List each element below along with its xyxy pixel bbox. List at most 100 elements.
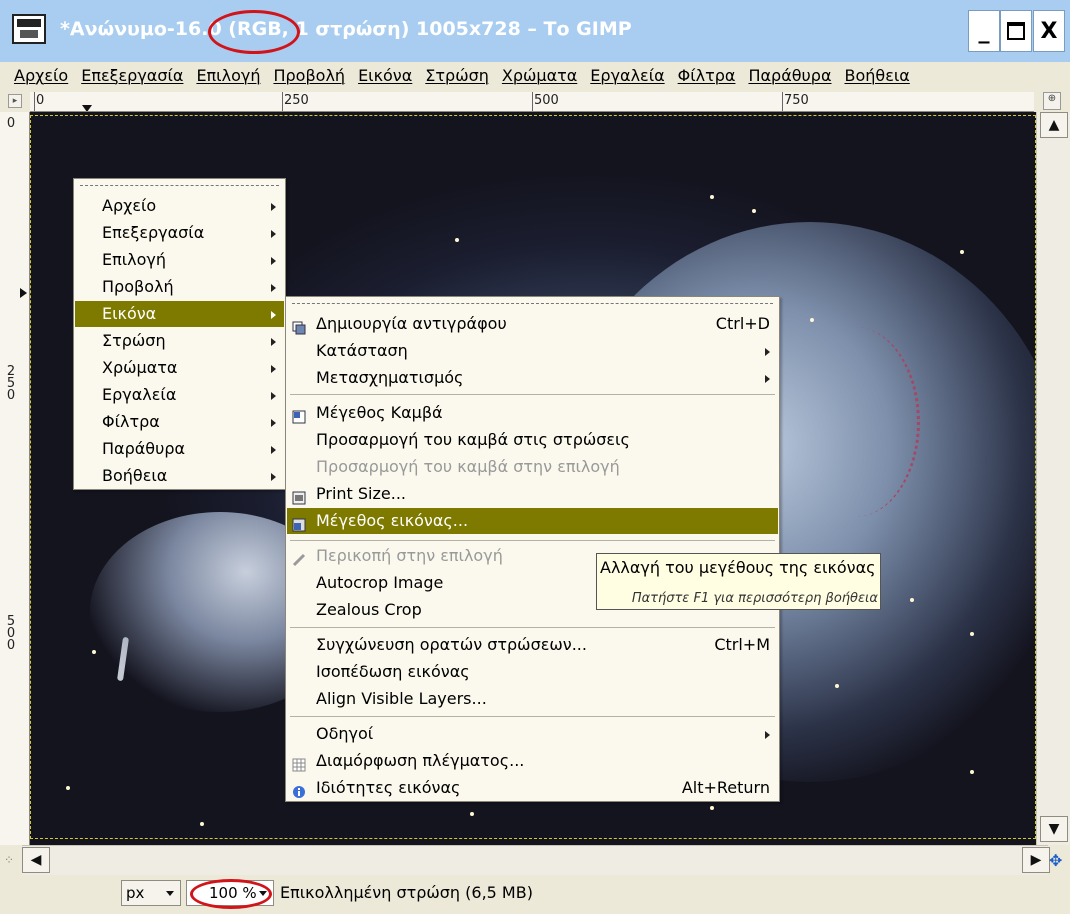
horizontal-scrollbar[interactable]: ◀ ▶ bbox=[22, 845, 1050, 875]
context-item-tools[interactable]: Εργαλεία bbox=[75, 382, 284, 408]
unit-selector[interactable]: px bbox=[121, 880, 181, 906]
quick-mask-toggle[interactable]: ⁘ bbox=[4, 853, 14, 867]
menu-item-guides[interactable]: Οδηγοί bbox=[287, 721, 778, 747]
crop-icon bbox=[292, 549, 306, 567]
menu-item-fit-canvas-to-selection: Προσαρμογή του καμβά στην επιλογή bbox=[287, 454, 778, 480]
context-item-image[interactable]: Εικόνα bbox=[75, 301, 284, 327]
star bbox=[810, 318, 814, 322]
menu-item-mode[interactable]: Κατάσταση bbox=[287, 338, 778, 364]
menu-help[interactable]: Βοήθεια bbox=[845, 66, 910, 85]
context-item-label: Παράθυρα bbox=[102, 439, 186, 458]
vertical-ruler[interactable]: 0 250 500 bbox=[0, 112, 30, 845]
menu-file[interactable]: Αρχείο bbox=[14, 66, 68, 85]
minimize-button[interactable]: _ bbox=[968, 10, 1000, 52]
menu-item-align-visible-layers[interactable]: Align Visible Layers... bbox=[287, 686, 778, 712]
menu-item-label: Περικοπή στην επιλογή bbox=[316, 546, 503, 565]
context-item-layer[interactable]: Στρώση bbox=[75, 328, 284, 354]
navigate-icon[interactable]: ⊕ bbox=[1043, 92, 1061, 110]
shortcut-label: Ctrl+M bbox=[714, 635, 770, 654]
context-item-windows[interactable]: Παράθυρα bbox=[75, 436, 284, 462]
image-submenu: Δημιουργία αντιγράφου Ctrl+D Κατάσταση Μ… bbox=[285, 296, 780, 802]
submenu-arrow-icon bbox=[765, 348, 770, 356]
pointer-position-marker bbox=[82, 105, 92, 111]
submenu-arrow-icon bbox=[271, 284, 276, 292]
menu-edit[interactable]: Επεξεργασία bbox=[81, 66, 183, 85]
menu-bar: Αρχείο Επεξεργασία Επιλογή Προβολή Εικόν… bbox=[0, 62, 1070, 88]
submenu-arrow-icon bbox=[271, 446, 276, 454]
zoom-selector[interactable]: 100 % bbox=[186, 880, 274, 906]
menu-item-print-size[interactable]: Print Size... bbox=[287, 481, 778, 507]
menu-item-label: Print Size... bbox=[316, 484, 406, 503]
scroll-up-button[interactable]: ▲ bbox=[1040, 112, 1068, 138]
horizontal-ruler[interactable]: 0 250 500 750 bbox=[30, 92, 1034, 112]
image-menu-button[interactable]: ▸ bbox=[8, 94, 22, 108]
menu-tools[interactable]: Εργαλεία bbox=[590, 66, 664, 85]
context-item-edit[interactable]: Επεξεργασία bbox=[75, 220, 284, 246]
ruler-label: 0 bbox=[36, 93, 45, 108]
menu-item-label: Προσαρμογή του καμβά στην επιλογή bbox=[316, 457, 620, 476]
context-item-filters[interactable]: Φίλτρα bbox=[75, 409, 284, 435]
menu-select[interactable]: Επιλογή bbox=[196, 66, 260, 85]
tearoff-line[interactable] bbox=[80, 185, 279, 186]
menu-item-fit-canvas-to-layers[interactable]: Προσαρμογή του καμβά στις στρώσεις bbox=[287, 427, 778, 453]
menu-item-label: Προσαρμογή του καμβά στις στρώσεις bbox=[316, 430, 630, 449]
ruler-label: 500 bbox=[534, 93, 559, 108]
context-item-label: Επεξεργασία bbox=[102, 223, 205, 242]
menu-item-image-properties[interactable]: Ιδιότητες εικόνας Alt+Return bbox=[287, 775, 778, 801]
menu-view[interactable]: Προβολή bbox=[273, 66, 345, 85]
window-title: *Ανώνυμο-16.0 (RGB, 1 στρώση) 1005x728 –… bbox=[60, 18, 632, 40]
menu-separator bbox=[290, 716, 775, 717]
gimp-window-icon[interactable] bbox=[12, 14, 46, 44]
context-item-view[interactable]: Προβολή bbox=[75, 274, 284, 300]
context-item-select[interactable]: Επιλογή bbox=[75, 247, 284, 273]
context-item-colors[interactable]: Χρώματα bbox=[75, 355, 284, 381]
context-item-file[interactable]: Αρχείο bbox=[75, 193, 284, 219]
menu-colors[interactable]: Χρώματα bbox=[502, 66, 577, 85]
close-button[interactable]: X bbox=[1033, 10, 1065, 52]
menu-item-scale-image[interactable]: Μέγεθος εικόνας... bbox=[287, 508, 778, 534]
menu-item-transform[interactable]: Μετασχηματισμός bbox=[287, 365, 778, 391]
menu-item-label: Μέγεθος εικόνας... bbox=[316, 511, 469, 530]
menu-item-merge-visible-layers[interactable]: Συγχώνευση ορατών στρώσεων... Ctrl+M bbox=[287, 632, 778, 658]
menu-item-flatten-image[interactable]: Ισοπέδωση εικόνας bbox=[287, 659, 778, 685]
tearoff-line[interactable] bbox=[292, 303, 773, 304]
menu-item-label: Align Visible Layers... bbox=[316, 689, 487, 708]
menu-separator bbox=[290, 627, 775, 628]
scroll-left-button[interactable]: ◀ bbox=[22, 847, 50, 873]
menu-image[interactable]: Εικόνα bbox=[358, 66, 412, 85]
ruler-label: 250 bbox=[284, 93, 309, 108]
scroll-right-button[interactable]: ▶ bbox=[1022, 847, 1050, 873]
chevron-down-icon bbox=[259, 891, 267, 896]
submenu-arrow-icon bbox=[765, 375, 770, 383]
star bbox=[200, 822, 204, 826]
menu-windows[interactable]: Παράθυρα bbox=[748, 66, 831, 85]
context-item-label: Εικόνα bbox=[102, 304, 157, 323]
menu-item-label: Οδηγοί bbox=[316, 724, 374, 743]
vertical-scrollbar[interactable]: ▲ ▼ bbox=[1036, 112, 1070, 845]
menu-layer[interactable]: Στρώση bbox=[425, 66, 489, 85]
star bbox=[710, 195, 714, 199]
galaxy-arm bbox=[790, 327, 920, 517]
context-item-label: Βοήθεια bbox=[102, 466, 168, 485]
submenu-arrow-icon bbox=[271, 203, 276, 211]
pan-icon[interactable]: ✥ bbox=[1049, 851, 1062, 870]
scroll-down-button[interactable]: ▼ bbox=[1040, 816, 1068, 842]
menu-item-duplicate[interactable]: Δημιουργία αντιγράφου Ctrl+D bbox=[287, 311, 778, 337]
status-bar: px 100 % Επικολλημένη στρώση (6,5 MB) bbox=[0, 875, 1070, 914]
context-item-label: Φίλτρα bbox=[102, 412, 160, 431]
print-size-icon bbox=[292, 487, 306, 505]
context-item-label: Αρχείο bbox=[102, 196, 157, 215]
submenu-arrow-icon bbox=[271, 419, 276, 427]
star bbox=[92, 650, 96, 654]
context-item-help[interactable]: Βοήθεια bbox=[75, 463, 284, 489]
submenu-arrow-icon bbox=[271, 230, 276, 238]
context-menu: Αρχείο Επεξεργασία Επιλογή Προβολή Εικόν… bbox=[73, 178, 286, 490]
star bbox=[970, 770, 974, 774]
maximize-button[interactable] bbox=[1000, 10, 1032, 52]
menu-item-configure-grid[interactable]: Διαμόρφωση πλέγματος... bbox=[287, 748, 778, 774]
edge-on-galaxy bbox=[116, 636, 130, 682]
menu-item-label: Μετασχηματισμός bbox=[316, 368, 464, 387]
menu-filters[interactable]: Φίλτρα bbox=[678, 66, 736, 85]
menu-item-label: Διαμόρφωση πλέγματος... bbox=[316, 751, 525, 770]
menu-item-canvas-size[interactable]: Μέγεθος Καμβά bbox=[287, 400, 778, 426]
